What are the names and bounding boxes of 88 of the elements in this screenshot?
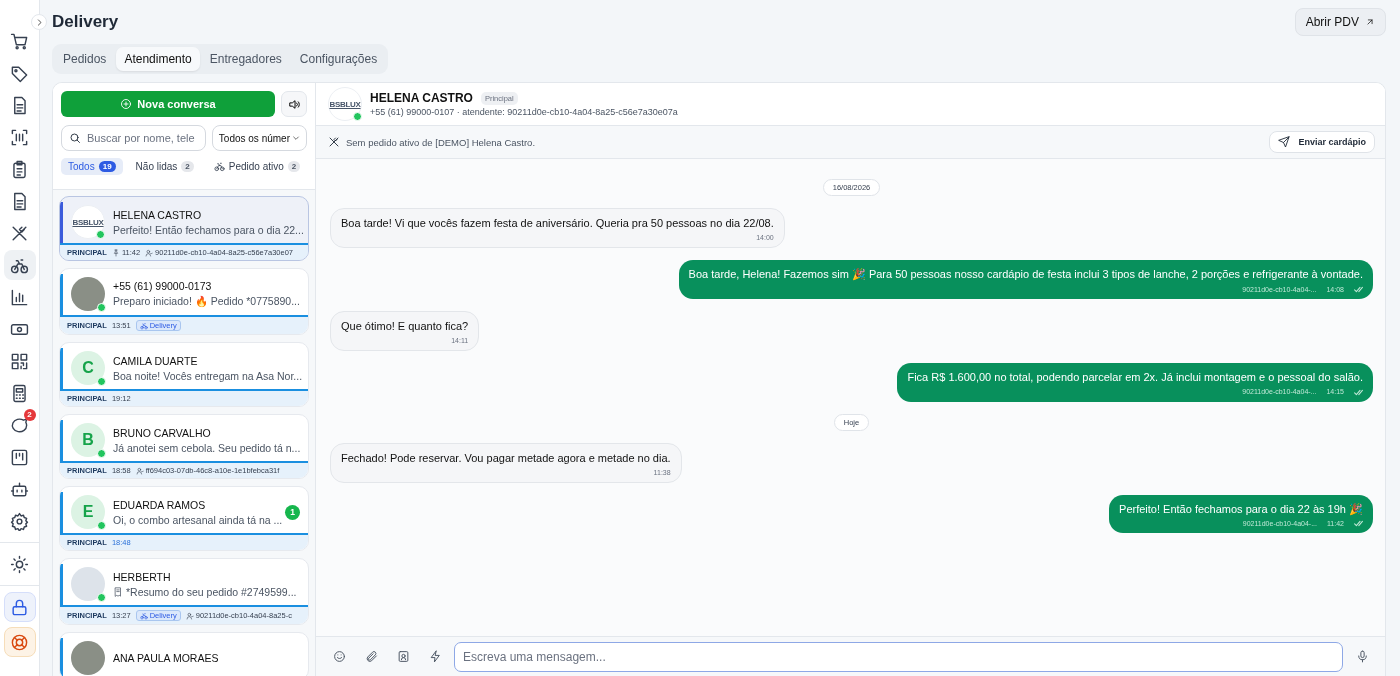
lock-icon — [10, 597, 29, 617]
bicycle-icon — [139, 321, 148, 330]
tab[interactable]: Entregadores — [201, 47, 290, 71]
conversation-card[interactable]: ANA PAULA MORAES — [59, 632, 309, 676]
contact-name: HELENA CASTRO — [370, 91, 473, 105]
lightning-icon — [428, 650, 442, 663]
board-icon — [10, 447, 29, 467]
message-preview: *Resumo do seu pedido #2749599... — [126, 585, 297, 598]
utensils-icon — [328, 136, 340, 148]
count-badge: 19 — [98, 161, 116, 172]
send-menu-button[interactable]: Enviar cardápio — [1269, 131, 1375, 153]
count-badge: 2 — [181, 161, 194, 172]
unread-badge: 2 — [23, 409, 36, 421]
message-preview: Perfeito! Então fechamos para o dia 22... — [113, 223, 304, 236]
lock-button[interactable] — [3, 592, 36, 622]
pin-icon — [111, 248, 120, 257]
contact-name: ANA PAULA MORAES — [113, 652, 220, 664]
sound-button[interactable] — [281, 91, 307, 117]
chat-nav-button[interactable]: 2 — [3, 410, 36, 440]
double-check-icon — [1354, 285, 1363, 293]
paperclip-icon — [364, 650, 378, 663]
bicycle-nav-button[interactable] — [3, 250, 36, 280]
initial-avatar: E — [71, 495, 105, 529]
external-link-icon — [1365, 17, 1375, 27]
user-check-icon — [135, 466, 144, 475]
microphone-icon — [1355, 650, 1369, 663]
open-pos-button[interactable]: Abrir PDV — [1294, 8, 1386, 36]
user-check-icon — [185, 611, 194, 620]
calculator-icon — [10, 383, 29, 403]
help-button[interactable] — [3, 627, 36, 657]
contact-details: +55 (61) 99000-0107 · atendente: 90211d0e-cb10-4a04-8a25-c56e7a30e07a — [370, 107, 678, 117]
double-check-icon — [1354, 388, 1363, 396]
search-icon — [69, 132, 81, 144]
user-check-icon — [145, 248, 154, 257]
double-check-icon — [1354, 520, 1363, 528]
plus-circle-icon — [120, 98, 133, 110]
contact-name: HELENA CASTRO — [113, 208, 203, 221]
bicycle-icon — [139, 611, 148, 620]
notice-text: Sem pedido ativo de [DEMO] Helena Castro. — [346, 136, 537, 148]
settings-icon — [10, 511, 29, 531]
tab[interactable]: Configurações — [291, 47, 386, 71]
cart-icon — [10, 31, 29, 51]
contact-name: BRUNO CARVALHO — [113, 426, 212, 439]
message-text: Que ótimo! E quanto fica? — [341, 318, 469, 334]
message-text: Fica R$ 1.600,00 no total, podendo parcelar em 2x. Já inclui montagem e o pessoal do salão. — [907, 370, 1363, 385]
scan-icon — [10, 127, 29, 147]
qr-code-icon — [10, 351, 29, 371]
contact-name: +55 (61) 99000-0173 — [113, 280, 213, 292]
chat-icon — [10, 415, 29, 435]
contact-name: EDUARDA RAMOS — [113, 498, 207, 511]
contact-name: CAMILA DUARTE — [113, 354, 199, 367]
number-filter-dropdown[interactable]: Todos os númer — [211, 125, 307, 151]
sun-icon — [10, 554, 29, 574]
speaker-icon — [287, 97, 301, 111]
count-badge: 2 — [287, 161, 301, 172]
filter-tab[interactable]: Todos 19 — [61, 158, 123, 175]
message-text: Perfeito! Então fechamos para o dia 22 às 19h 🎉 — [1119, 501, 1363, 517]
filter-tab[interactable]: Pedido ativo 2 — [206, 158, 308, 175]
message-preview: Preparo iniciado! 🔥 Pedido *0775890... — [113, 295, 300, 308]
photo-placeholder — [71, 641, 105, 675]
bar-chart-icon — [10, 287, 29, 307]
contact-name: HERBERTH — [113, 570, 172, 583]
initial-avatar: B — [71, 423, 105, 457]
message-preview: Já anotei sem cebola. Seu pedido tá n... — [113, 441, 301, 454]
search-field[interactable]: Buscar por nome, tele — [61, 125, 206, 151]
unread-badge: 1 — [285, 504, 300, 520]
message-preview: Boa noite! Vocês entregam na Asa Nor... — [113, 369, 303, 382]
send-icon — [1278, 136, 1291, 148]
tab[interactable]: Pedidos — [55, 47, 115, 71]
filter-tab[interactable]: Não lidas 2 — [128, 158, 201, 175]
message-preview: Oi, o combo artesanal ainda tá na ... — [113, 513, 283, 526]
page-title: Delivery — [52, 12, 119, 32]
bicycle-icon — [213, 161, 225, 172]
message-text: Boa tarde, Helena! Fazemos sim 🎉 Para 50 pessoas nosso cardápio de festa inclui 3 tipos de lanche, 2 porções e refrigerante à vontade. — [688, 267, 1363, 282]
logo-avatar: BSBLUX — [71, 205, 105, 239]
emoji-icon — [332, 650, 346, 663]
message-text: Boa tarde! Vi que vocês fazem festa de aniversário. Queria pra 50 pessoas no dia 22/08. — [341, 216, 774, 231]
chevron-down-icon — [292, 134, 300, 142]
message-text: Fechado! Pode reservar. Vou pagar metade agora e metade no dia. — [341, 450, 671, 465]
lifebuoy-icon — [10, 632, 29, 652]
clipboard-icon — [10, 159, 29, 179]
contact-card-icon — [396, 650, 410, 663]
logo-avatar: BSBLUX — [328, 87, 362, 121]
tag-icon — [10, 63, 29, 83]
message-input[interactable]: Escreva uma mensagem... — [454, 641, 1343, 672]
tab[interactable]: Atendimento — [116, 47, 200, 71]
robot-icon — [10, 479, 29, 499]
initial-avatar: C — [71, 351, 105, 385]
